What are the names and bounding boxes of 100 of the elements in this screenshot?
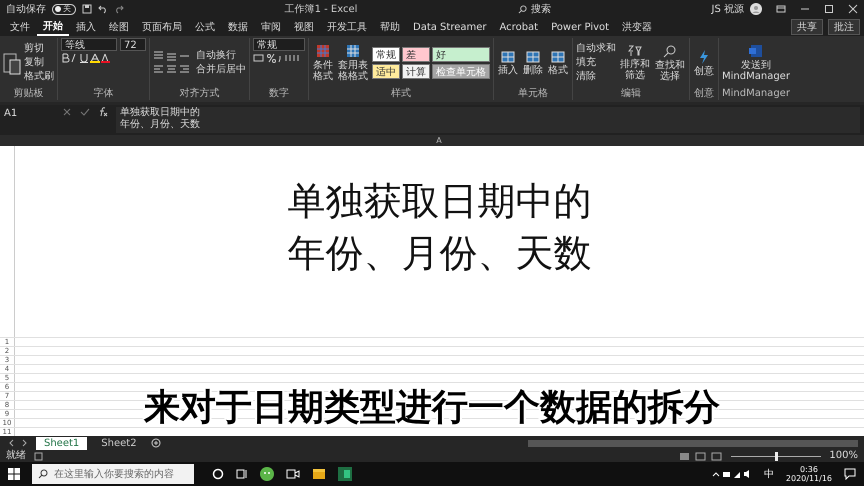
ribbon-tab[interactable]: 视图	[288, 19, 320, 35]
ribbon-tab[interactable]: Acrobat	[494, 20, 544, 34]
clipboard-command[interactable]: 剪切	[24, 43, 44, 55]
redo-icon[interactable]	[114, 4, 124, 14]
grid-icon	[551, 50, 565, 62]
add-sheet-icon[interactable]	[150, 438, 161, 448]
function-icon[interactable]	[98, 107, 108, 117]
merge-center-button[interactable]: 合并后居中	[196, 64, 246, 76]
group-label: 样式	[391, 88, 411, 100]
cell-style-swatch[interactable]: 适中	[372, 64, 400, 79]
circle-icon[interactable]	[212, 468, 224, 480]
save-icon[interactable]	[82, 4, 92, 14]
clipboard-command[interactable]: 格式刷	[24, 71, 54, 83]
cell-style-swatch[interactable]: 差	[402, 47, 430, 62]
search-box[interactable]: 搜索	[518, 2, 551, 16]
ribbon-tab[interactable]: 页面布局	[136, 19, 188, 35]
font-name-dropdown[interactable]: 等线	[61, 38, 117, 51]
spreadsheet-app-icon[interactable]	[338, 467, 352, 481]
font-style-icon[interactable]	[61, 53, 111, 63]
wrap-text-button[interactable]: 自动换行	[196, 50, 236, 62]
ribbon-tab[interactable]: 插入	[70, 19, 102, 35]
group-label: 编辑	[621, 88, 641, 100]
group-label: 数字	[269, 88, 289, 100]
clipboard-command[interactable]: 复制	[24, 57, 44, 69]
group-label: 对齐方式	[180, 88, 220, 100]
ribbon-tab[interactable]: 开发工具	[321, 19, 373, 35]
sheet-tab[interactable]: Sheet2	[93, 436, 145, 450]
input-method-indicator[interactable]: 中	[764, 467, 774, 481]
cell-style-swatch[interactable]: 计算	[402, 64, 430, 79]
grid-icon	[316, 44, 330, 58]
clear-button[interactable]: 清除	[576, 71, 596, 83]
undo-icon[interactable]	[98, 4, 108, 14]
ideas-button[interactable]: 创意	[693, 50, 715, 76]
ribbon-tab[interactable]: 审阅	[255, 19, 287, 35]
name-box[interactable]: A1	[4, 107, 54, 120]
paste-icon[interactable]	[3, 51, 21, 75]
windows-start-icon[interactable]	[8, 468, 20, 480]
horizontal-scrollbar[interactable]	[528, 440, 858, 446]
ribbon-tab[interactable]: 帮助	[374, 19, 406, 35]
find-select-button[interactable]: 查找和选择	[654, 44, 686, 82]
autosave-label: 自动保存	[6, 3, 46, 16]
system-tray-icon[interactable]	[712, 469, 752, 479]
cells-command[interactable]: 格式	[547, 50, 569, 76]
conditional-format-button[interactable]: 条件格式	[312, 44, 334, 82]
group-label: 剪贴板	[14, 88, 44, 100]
checkmark-icon[interactable]	[80, 107, 90, 117]
lightning-icon	[699, 50, 709, 64]
format-as-table-button[interactable]: 套用表格格式	[337, 44, 369, 82]
zoom-slider-thumb[interactable]	[775, 452, 778, 460]
cell-style-swatch[interactable]: 好	[432, 47, 490, 62]
camera-icon[interactable]	[286, 468, 300, 480]
cells-command[interactable]: 删除	[522, 50, 544, 76]
clock-time: 0:36	[800, 465, 818, 474]
comments-button[interactable]: 批注	[828, 19, 860, 35]
close-icon[interactable]	[848, 4, 858, 14]
search-icon	[38, 469, 48, 479]
video-subtitle: 来对于日期类型进行一个数据的拆分	[144, 386, 720, 430]
cancel-icon[interactable]	[62, 107, 72, 117]
taskbar-search-field[interactable]: 在这里输入你要搜索的内容	[32, 464, 194, 484]
autosave-toggle[interactable]: 关	[52, 4, 76, 14]
task-view-icon[interactable]	[236, 468, 248, 480]
chat-app-icon[interactable]	[260, 467, 274, 481]
group-label: MindManager	[722, 88, 790, 100]
group-label: 字体	[94, 88, 114, 100]
grid-icon	[526, 50, 540, 62]
ribbon-tab[interactable]: 绘图	[103, 19, 135, 35]
view-mode-icon[interactable]	[679, 452, 724, 460]
maximize-icon[interactable]	[824, 4, 834, 14]
ribbon-tab[interactable]: 数据	[222, 19, 254, 35]
share-button[interactable]: 共享	[791, 19, 823, 35]
number-format-dropdown[interactable]: 常规	[253, 38, 305, 51]
autosum-button[interactable]: 自动求和	[576, 43, 616, 55]
window-title: 工作簿1 - Excel	[284, 3, 358, 16]
group-label: 创意	[694, 88, 714, 100]
search-icon	[663, 44, 677, 58]
table-icon	[346, 44, 360, 58]
zoom-level: 100%	[829, 450, 858, 462]
grid-icon	[501, 50, 515, 62]
ribbon-tab[interactable]: 文件	[4, 19, 36, 35]
ribbon-tab[interactable]: Data Streamer	[407, 20, 493, 34]
number-format-icon[interactable]	[253, 53, 301, 63]
folder-icon[interactable]	[312, 468, 326, 480]
font-size-dropdown[interactable]: 72	[120, 38, 146, 51]
ribbon-display-icon[interactable]	[776, 4, 786, 14]
cell-style-swatch[interactable]: 常规	[372, 47, 400, 62]
macro-record-icon[interactable]	[34, 452, 43, 460]
sheet-tab[interactable]: Sheet1	[36, 436, 88, 450]
ribbon-tab[interactable]: Power Pivot	[545, 20, 616, 34]
status-text: 就绪	[6, 450, 26, 462]
user-name: JS 祝源	[712, 2, 744, 16]
avatar-icon[interactable]	[750, 3, 762, 15]
cells-command[interactable]: 插入	[497, 50, 519, 76]
sort-filter-icon	[628, 45, 642, 57]
fill-button[interactable]: 填充	[576, 57, 596, 69]
search-icon	[518, 4, 527, 14]
ribbon-tab[interactable]: 公式	[189, 19, 221, 35]
ribbon-tab[interactable]: 洪变器	[616, 19, 658, 35]
sort-filter-button[interactable]: 排序和筛选	[619, 45, 651, 81]
formula-input[interactable]: 单独获取日期中的 年份、月份、天数	[116, 107, 860, 133]
notification-icon[interactable]	[844, 468, 856, 480]
